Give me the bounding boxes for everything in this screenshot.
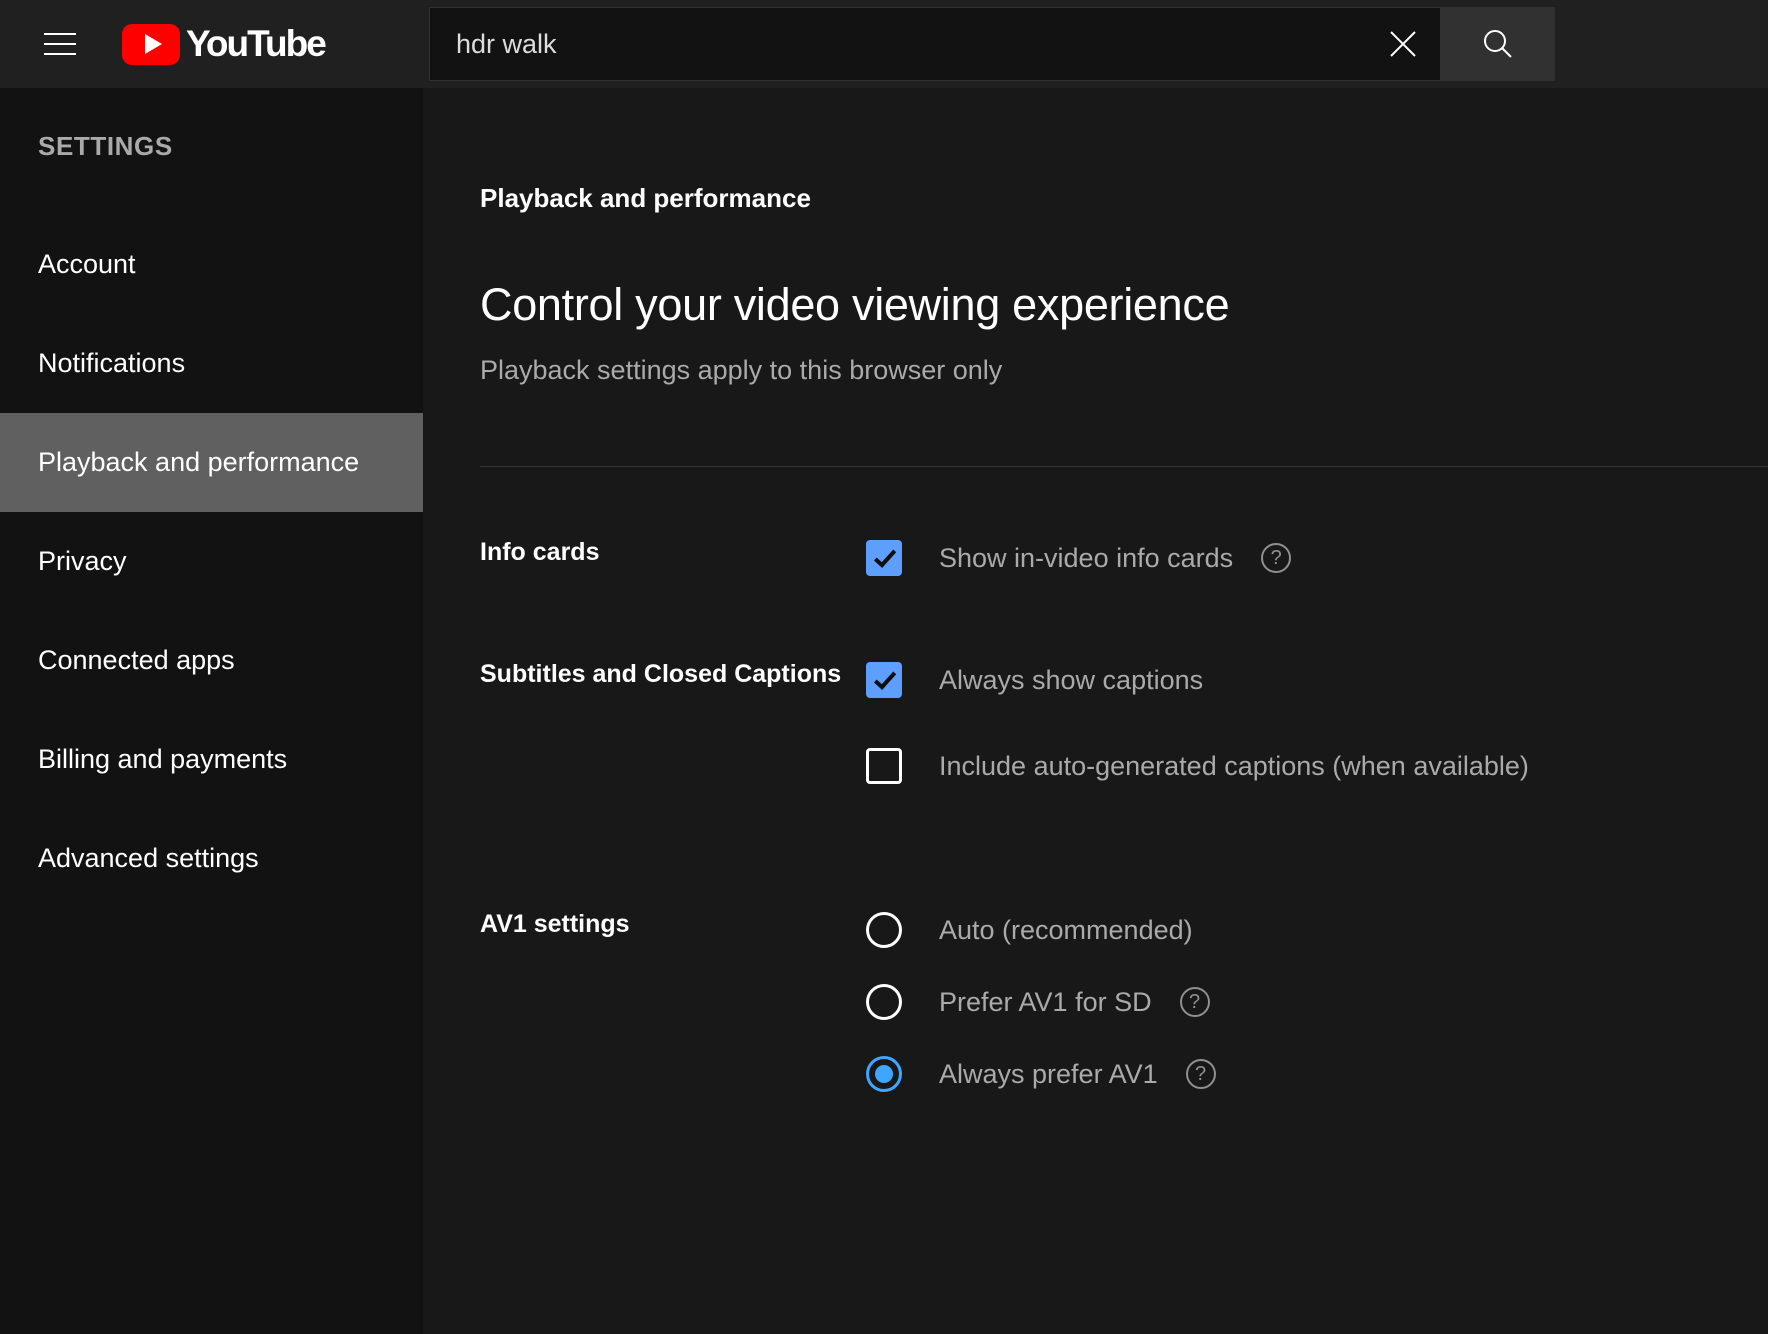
checkbox-show-in-video-info-cards[interactable]: [866, 540, 902, 576]
sidebar-item-notifications[interactable]: Notifications: [0, 314, 423, 413]
option-always-prefer-av1[interactable]: Always prefer AV1 ?: [866, 1043, 1768, 1105]
options-av1-settings: Auto (recommended) Prefer AV1 for SD ? A…: [866, 899, 1768, 1105]
setting-label-subtitles: Subtitles and Closed Captions: [480, 649, 866, 797]
hamburger-line: [44, 33, 76, 35]
hamburger-line: [44, 43, 76, 45]
option-include-auto-generated-captions[interactable]: Include auto-generated captions (when av…: [866, 735, 1768, 797]
sidebar-item-account[interactable]: Account: [0, 215, 423, 314]
option-auto-recommended[interactable]: Auto (recommended): [866, 899, 1768, 961]
sidebar-item-label: Notifications: [38, 348, 185, 379]
sidebar-item-label: Account: [38, 249, 136, 280]
option-label: Always show captions: [939, 665, 1203, 696]
sidebar-item-playback-and-performance[interactable]: Playback and performance: [0, 413, 423, 512]
radio-dot: [875, 1065, 893, 1083]
youtube-logo[interactable]: YouTube: [122, 23, 325, 65]
sidebar-item-connected-apps[interactable]: Connected apps: [0, 611, 423, 710]
breadcrumb: Playback and performance: [423, 88, 1768, 214]
page-subtitle: Playback settings apply to this browser …: [423, 331, 1768, 386]
sidebar-item-privacy[interactable]: Privacy: [0, 512, 423, 611]
setting-row-info-cards: Info cards Show in-video info cards ?: [423, 527, 1768, 589]
options-info-cards: Show in-video info cards ?: [866, 527, 1768, 589]
setting-label-av1-settings: AV1 settings: [480, 899, 866, 1105]
radio-prefer-av1-for-sd[interactable]: [866, 984, 902, 1020]
option-label: Auto (recommended): [939, 915, 1193, 946]
section-divider: [480, 466, 1768, 467]
radio-auto-recommended[interactable]: [866, 912, 902, 948]
page-title: Control your video viewing experience: [423, 214, 1768, 331]
hamburger-menu-icon[interactable]: [28, 12, 92, 76]
search-box[interactable]: [429, 7, 1441, 81]
settings-sidebar: SETTINGS Account Notifications Playback …: [0, 88, 423, 1334]
sidebar-title: SETTINGS: [0, 88, 423, 162]
help-icon[interactable]: ?: [1261, 543, 1291, 573]
radio-always-prefer-av1[interactable]: [866, 1056, 902, 1092]
play-triangle: [145, 34, 162, 54]
checkbox-include-auto-generated-captions[interactable]: [866, 748, 902, 784]
youtube-wordmark: YouTube: [186, 23, 325, 65]
sidebar-item-advanced-settings[interactable]: Advanced settings: [0, 809, 423, 908]
youtube-play-icon: [122, 24, 180, 65]
checkmark-icon: [873, 544, 895, 567]
option-label: Prefer AV1 for SD: [939, 987, 1152, 1018]
search-container: [429, 7, 1555, 81]
setting-row-av1-settings: AV1 settings Auto (recommended) Prefer A…: [423, 899, 1768, 1105]
hamburger-line: [44, 53, 76, 55]
sidebar-nav-list: Account Notifications Playback and perfo…: [0, 215, 423, 908]
help-icon[interactable]: ?: [1186, 1059, 1216, 1089]
sidebar-item-billing-and-payments[interactable]: Billing and payments: [0, 710, 423, 809]
sidebar-item-label: Privacy: [38, 546, 127, 577]
close-icon[interactable]: [1366, 8, 1440, 80]
search-button[interactable]: [1441, 7, 1555, 81]
settings-main-content: Playback and performance Control your vi…: [423, 88, 1768, 1334]
sidebar-item-label: Advanced settings: [38, 843, 259, 874]
sidebar-item-label: Playback and performance: [38, 447, 359, 478]
option-prefer-av1-for-sd[interactable]: Prefer AV1 for SD ?: [866, 971, 1768, 1033]
sidebar-item-label: Billing and payments: [38, 744, 287, 775]
setting-row-subtitles: Subtitles and Closed Captions Always sho…: [423, 649, 1768, 797]
option-always-show-captions[interactable]: Always show captions: [866, 649, 1768, 711]
option-label: Include auto-generated captions (when av…: [939, 751, 1529, 782]
setting-label-info-cards: Info cards: [480, 527, 866, 589]
checkbox-always-show-captions[interactable]: [866, 662, 902, 698]
options-subtitles: Always show captions Include auto-genera…: [866, 649, 1768, 797]
sidebar-item-label: Connected apps: [38, 645, 235, 676]
search-input[interactable]: [456, 29, 1366, 60]
masthead: YouTube: [0, 0, 1768, 88]
option-label: Always prefer AV1: [939, 1059, 1158, 1090]
help-icon[interactable]: ?: [1180, 987, 1210, 1017]
option-show-in-video-info-cards[interactable]: Show in-video info cards ?: [866, 527, 1768, 589]
search-icon: [1480, 26, 1516, 62]
checkmark-icon: [873, 666, 895, 689]
option-label: Show in-video info cards: [939, 543, 1233, 574]
